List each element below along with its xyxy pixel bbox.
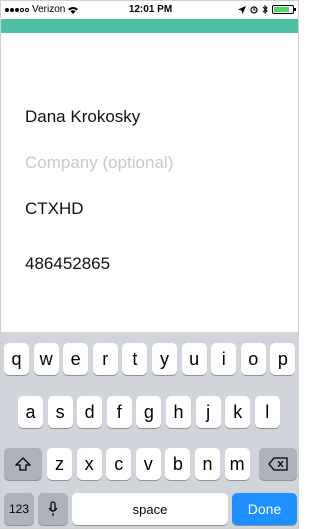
key-l[interactable]: l xyxy=(254,396,280,428)
keyboard-row-1: qwertyuiop xyxy=(1,343,298,375)
backspace-icon xyxy=(268,457,288,471)
key-c[interactable]: c xyxy=(106,448,132,480)
phone-screen: Verizon 12:01 PM Dana Krokosky Company (… xyxy=(0,0,299,529)
key-r[interactable]: r xyxy=(92,343,118,375)
keyboard-row-4: 123 space Done xyxy=(1,493,298,525)
space-key[interactable]: space xyxy=(72,493,228,525)
company-field[interactable]: Company (optional) xyxy=(25,153,173,173)
battery-fill xyxy=(274,7,290,12)
key-a[interactable]: a xyxy=(18,396,43,428)
microphone-icon xyxy=(48,501,58,516)
key-b[interactable]: b xyxy=(165,448,191,480)
key-p[interactable]: p xyxy=(270,343,296,375)
key-v[interactable]: v xyxy=(135,448,161,480)
alarm-icon xyxy=(250,5,258,14)
phone-number-field[interactable]: 486452865 xyxy=(25,254,110,274)
done-key[interactable]: Done xyxy=(232,493,297,525)
header-bar xyxy=(1,19,298,33)
key-y[interactable]: y xyxy=(152,343,177,375)
key-o[interactable]: o xyxy=(240,343,266,375)
delete-key[interactable] xyxy=(259,448,297,480)
keyboard: qwertyuiop asdfghjkl zxcvbnm 123 space D… xyxy=(1,332,298,528)
key-t[interactable]: t xyxy=(122,343,148,375)
shift-key[interactable] xyxy=(4,448,42,480)
key-j[interactable]: j xyxy=(195,396,221,428)
key-x[interactable]: x xyxy=(76,448,102,480)
keyboard-row-3: zxcvbnm xyxy=(1,448,298,480)
key-w[interactable]: w xyxy=(33,343,59,375)
shift-icon xyxy=(15,457,31,471)
key-s[interactable]: s xyxy=(47,396,73,428)
key-z[interactable]: z xyxy=(47,448,72,480)
battery-icon xyxy=(272,5,296,14)
key-n[interactable]: n xyxy=(195,448,220,480)
status-right xyxy=(238,5,296,14)
key-f[interactable]: f xyxy=(106,396,132,428)
status-bar: Verizon 12:01 PM xyxy=(1,1,298,19)
keyboard-row-2: asdfghjkl xyxy=(1,396,298,428)
location-arrow-icon xyxy=(238,5,246,14)
dictation-key[interactable] xyxy=(38,493,68,525)
key-e[interactable]: e xyxy=(63,343,89,375)
key-h[interactable]: h xyxy=(166,396,191,428)
code-field[interactable]: CTXHD xyxy=(25,199,84,219)
name-field[interactable]: Dana Krokosky xyxy=(25,107,140,127)
key-u[interactable]: u xyxy=(181,343,207,375)
key-q[interactable]: q xyxy=(4,343,29,375)
numbers-key[interactable]: 123 xyxy=(4,493,34,525)
key-i[interactable]: i xyxy=(211,343,237,375)
key-d[interactable]: d xyxy=(77,396,103,428)
key-g[interactable]: g xyxy=(136,396,162,428)
key-m[interactable]: m xyxy=(224,448,250,480)
key-k[interactable]: k xyxy=(225,396,251,428)
bluetooth-icon xyxy=(262,5,268,14)
